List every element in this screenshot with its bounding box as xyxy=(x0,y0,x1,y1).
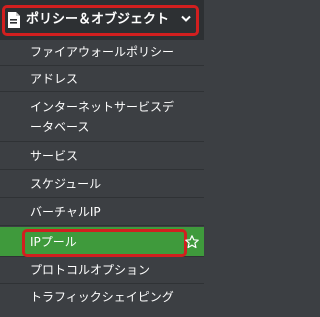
highlight-frame-active-item xyxy=(22,229,187,257)
section-header-policy-objects[interactable]: ポリシー＆オブジェクト xyxy=(0,0,204,40)
sidebar-item-traffic-shaping[interactable]: トラフィックシェイピング xyxy=(0,287,204,317)
sidebar-item-protocol-options[interactable]: プロトコルオプション xyxy=(0,257,204,284)
highlight-frame-section xyxy=(2,5,199,36)
sidebar-item-label: スケジュール xyxy=(30,177,102,191)
sidebar-item-label: ファイアウォールポリシー xyxy=(30,45,175,59)
sidebar-item-schedules[interactable]: スケジュール xyxy=(0,170,204,198)
star-outline-icon[interactable] xyxy=(185,235,199,249)
sidebar-item-services[interactable]: サービス xyxy=(0,142,204,170)
sidebar-item-label: バーチャルIP xyxy=(30,205,101,219)
sidebar-item-firewall-policy[interactable]: ファイアウォールポリシー xyxy=(0,40,204,66)
sidebar-menu: ポリシー＆オブジェクト ファイアウォールポリシー アドレス インターネットサービ… xyxy=(0,0,204,304)
sidebar-item-label: サービス xyxy=(30,149,79,163)
sidebar-item-virtual-ip[interactable]: バーチャルIP xyxy=(0,198,204,226)
sidebar-item-label: アドレス xyxy=(30,72,79,86)
sidebar-item-label: トラフィックシェイピング xyxy=(30,290,174,304)
sidebar-item-internet-service-database[interactable]: インターネットサービスデ ータベース xyxy=(0,92,204,142)
sidebar-item-label-line2: ータベース xyxy=(30,120,90,134)
sidebar-item-address[interactable]: アドレス xyxy=(0,66,204,92)
sidebar-item-label-line1: インターネットサービスデ xyxy=(30,100,175,114)
sidebar-item-label: プロトコルオプション xyxy=(30,263,151,277)
